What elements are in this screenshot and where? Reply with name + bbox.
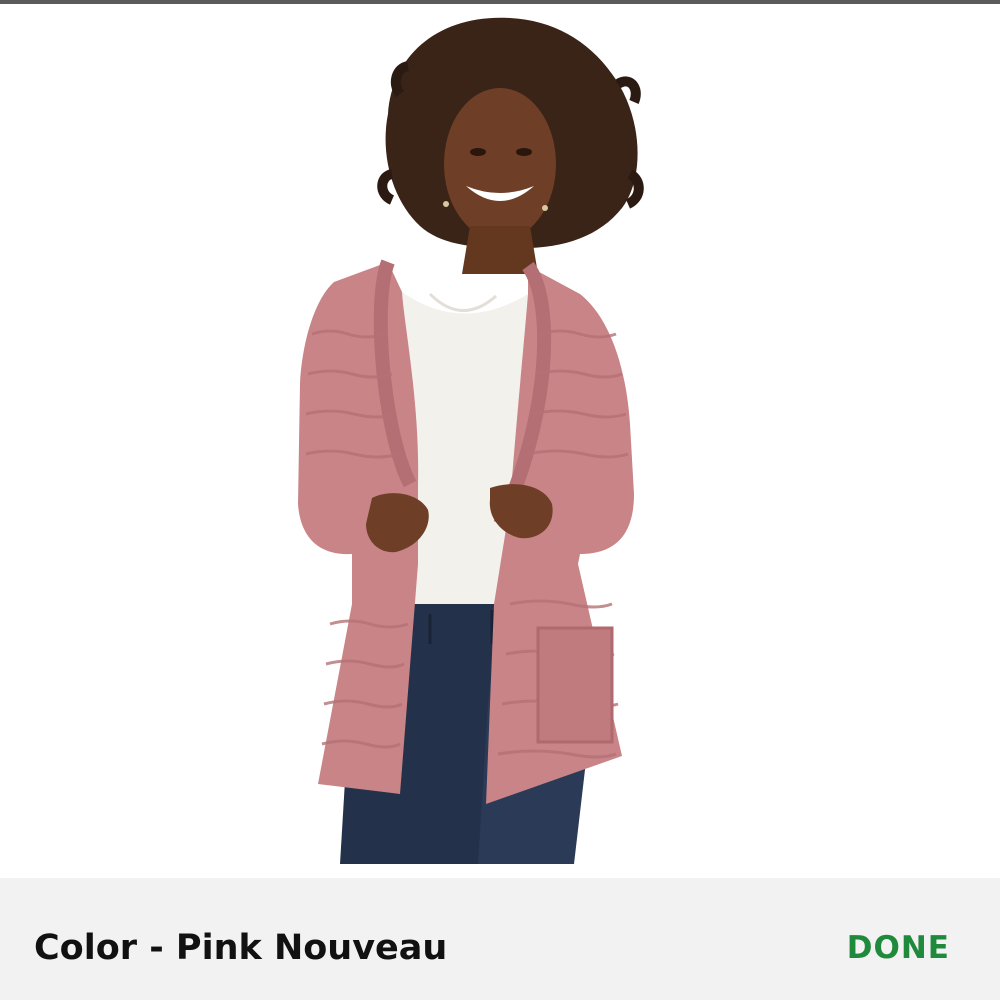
cardigan-pocket (536, 626, 614, 744)
product-image (0, 4, 1000, 878)
product-photo (298, 17, 644, 864)
selected-color-label: Color - Pink Nouveau (34, 928, 448, 968)
model-face (444, 88, 556, 240)
color-preview-screen: Color - Pink Nouveau DONE (0, 0, 1000, 1000)
done-button[interactable]: DONE (847, 926, 950, 970)
